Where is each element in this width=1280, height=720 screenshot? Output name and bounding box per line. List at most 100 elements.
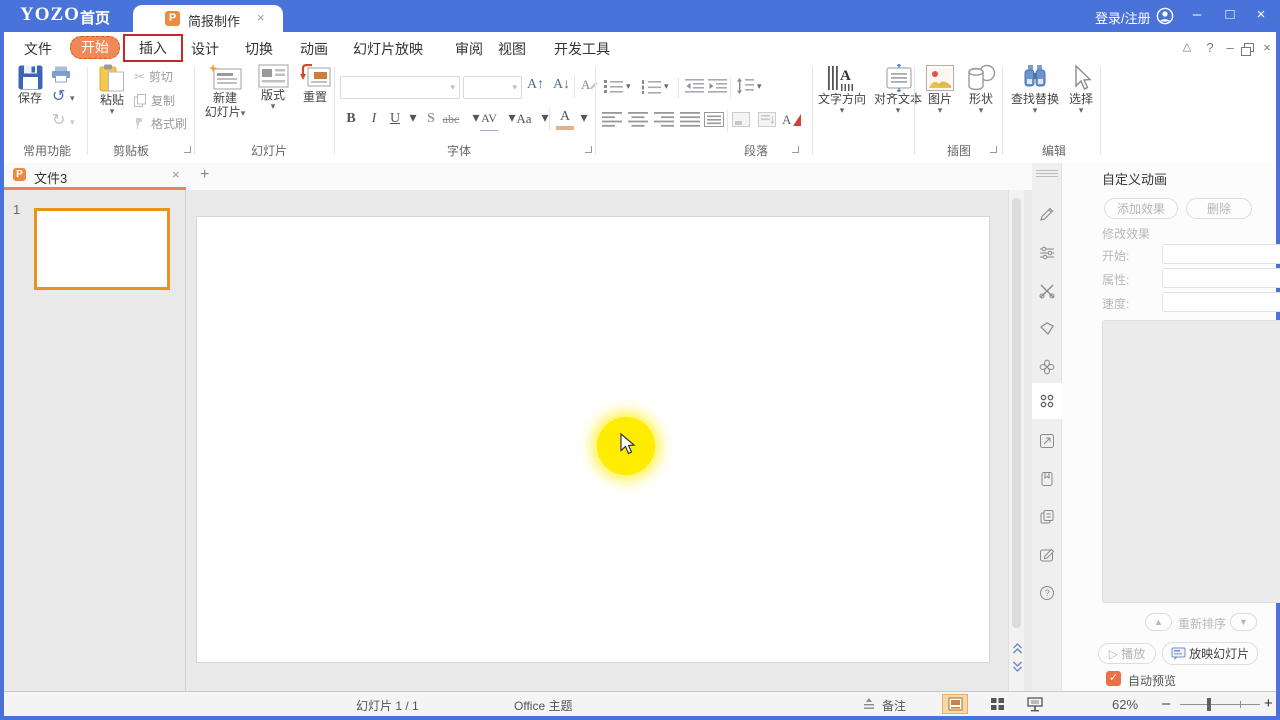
doc-minimize-icon[interactable]: – bbox=[1222, 40, 1238, 55]
menu-view[interactable]: 视图 bbox=[498, 39, 526, 59]
shape-button[interactable]: 形状 ▾ bbox=[962, 64, 1000, 114]
help-pane-icon[interactable]: ? bbox=[1039, 585, 1055, 601]
change-case-dropdown-arrow-icon[interactable]: ▾ bbox=[536, 108, 554, 130]
window-minimize-button[interactable]: – bbox=[1188, 6, 1206, 23]
home-tab[interactable]: 首页 bbox=[80, 7, 110, 28]
distribute-text-icon[interactable] bbox=[704, 112, 724, 127]
menu-home-active[interactable]: 开始 bbox=[70, 36, 120, 59]
clipboard-dialog-launcher[interactable] bbox=[184, 146, 191, 153]
illustration-dialog-launcher[interactable] bbox=[990, 146, 997, 153]
speed-select[interactable]: ▾ bbox=[1162, 292, 1280, 312]
pen-tool-icon[interactable] bbox=[1039, 206, 1055, 222]
menu-transition[interactable]: 切换 bbox=[245, 39, 273, 59]
font-family-select[interactable]: ▾ bbox=[340, 76, 460, 99]
zoom-in-button[interactable]: + bbox=[1264, 695, 1273, 712]
collapse-ribbon-icon[interactable]: △ bbox=[1179, 40, 1195, 53]
slideshow-view-button[interactable] bbox=[1022, 694, 1048, 714]
align-center-icon[interactable] bbox=[628, 112, 648, 127]
previous-slide-button[interactable] bbox=[1012, 642, 1023, 655]
align-left-icon[interactable] bbox=[602, 112, 622, 127]
shadow-button[interactable]: S bbox=[422, 108, 440, 130]
menu-animation[interactable]: 动画 bbox=[300, 39, 328, 59]
slide-editing-surface[interactable] bbox=[196, 216, 990, 663]
animation-effects-list[interactable] bbox=[1102, 320, 1280, 603]
text-vertical-icon[interactable] bbox=[758, 112, 776, 127]
menu-insert-highlighted[interactable]: 插入 bbox=[123, 34, 183, 62]
format-painter-button[interactable]: 格式刷 bbox=[134, 115, 187, 132]
select-button[interactable]: 选择 ▾ bbox=[1062, 64, 1100, 114]
picture-button[interactable]: 图片 ▾ bbox=[920, 64, 960, 114]
window-maximize-button[interactable]: □ bbox=[1221, 6, 1239, 23]
undo-dropdown-arrow-icon[interactable]: ▾ bbox=[70, 95, 75, 102]
underline-button[interactable]: U bbox=[386, 108, 404, 130]
theme-name[interactable]: Office 主题 bbox=[514, 697, 572, 714]
zoom-out-button[interactable]: – bbox=[1162, 695, 1170, 712]
layout-button[interactable]: 版式 ▾ bbox=[253, 64, 293, 110]
change-case-button[interactable]: Aa bbox=[515, 108, 533, 130]
help-icon[interactable]: ? bbox=[1202, 40, 1218, 55]
increase-indent-icon[interactable] bbox=[708, 79, 727, 93]
numbering-icon[interactable] bbox=[642, 79, 661, 94]
bookmark-pane-icon[interactable] bbox=[1039, 471, 1055, 487]
pane-drag-handle[interactable] bbox=[1036, 170, 1058, 178]
notes-icon[interactable] bbox=[862, 698, 876, 711]
image-pane-icon[interactable] bbox=[1039, 433, 1055, 449]
align-justify-icon[interactable] bbox=[680, 112, 700, 127]
font-color-button[interactable]: A bbox=[556, 108, 574, 130]
window-close-button[interactable]: × bbox=[1252, 6, 1270, 23]
increase-font-button[interactable]: A↑ bbox=[527, 77, 544, 93]
line-spacing-icon[interactable] bbox=[736, 78, 754, 94]
new-slide-button[interactable]: 新建 幻灯片▾ bbox=[202, 64, 248, 119]
document-window-tab[interactable]: P 简报制作 × bbox=[133, 5, 283, 32]
line-spacing-dropdown-arrow-icon[interactable]: ▾ bbox=[757, 83, 762, 90]
redo-icon[interactable]: ↻ bbox=[52, 110, 65, 130]
paste-button[interactable]: 粘贴 ▾ bbox=[92, 64, 132, 115]
menu-slideshow[interactable]: 幻灯片放映 bbox=[353, 39, 423, 59]
strikethrough-button[interactable]: abc bbox=[442, 108, 460, 130]
menu-review[interactable]: 审阅 bbox=[455, 39, 483, 59]
login-register-link[interactable]: 登录/注册 bbox=[1095, 8, 1151, 27]
settings-sliders-icon[interactable] bbox=[1039, 245, 1055, 261]
reset-slide-button[interactable]: 重置 bbox=[295, 64, 335, 104]
font-dialog-launcher[interactable] bbox=[585, 146, 592, 153]
italic-button[interactable]: I bbox=[365, 108, 383, 130]
auto-preview-checkbox[interactable]: ✓ bbox=[1106, 671, 1121, 686]
zoom-slider-track[interactable] bbox=[1180, 704, 1260, 705]
align-right-icon[interactable] bbox=[654, 112, 674, 127]
slide-show-button[interactable]: 放映幻灯片 bbox=[1162, 642, 1258, 665]
redo-dropdown-arrow-icon[interactable]: ▾ bbox=[70, 119, 75, 126]
notes-toggle[interactable]: 备注 bbox=[882, 697, 906, 714]
bullets-dropdown-arrow-icon[interactable]: ▾ bbox=[626, 83, 631, 90]
next-slide-button[interactable] bbox=[1012, 660, 1023, 673]
save-button[interactable]: 保存 bbox=[12, 64, 48, 105]
user-avatar-icon[interactable] bbox=[1156, 7, 1174, 25]
paint-icon[interactable] bbox=[1039, 321, 1055, 337]
font-color-dropdown-arrow-icon[interactable]: ▾ bbox=[575, 108, 593, 130]
tools-icon[interactable] bbox=[1039, 283, 1055, 299]
print-icon[interactable] bbox=[51, 66, 71, 83]
decrease-font-button[interactable]: A↓ bbox=[553, 77, 570, 93]
copy-pane-icon[interactable] bbox=[1039, 509, 1055, 525]
zoom-slider-handle[interactable] bbox=[1207, 698, 1211, 711]
start-select[interactable]: ▾ bbox=[1162, 244, 1280, 264]
slide-thumbnail-selected[interactable] bbox=[34, 208, 170, 290]
close-icon[interactable]: × bbox=[257, 10, 265, 25]
menu-developer[interactable]: 开发工具 bbox=[554, 39, 610, 59]
doc-restore-icon[interactable] bbox=[1244, 43, 1254, 52]
bullets-icon[interactable] bbox=[604, 79, 623, 94]
animation-pane-icon-active[interactable] bbox=[1039, 393, 1055, 409]
vertical-scrollbar[interactable] bbox=[1008, 190, 1024, 691]
char-spacing-button[interactable]: AV bbox=[480, 108, 498, 131]
bold-button[interactable]: B bbox=[342, 108, 360, 130]
text-direction-button[interactable]: A 文字方向 ▾ bbox=[816, 64, 868, 114]
columns-icon[interactable] bbox=[732, 112, 750, 127]
reorder-down-button[interactable]: ▼ bbox=[1230, 613, 1257, 631]
normal-view-button[interactable] bbox=[942, 694, 968, 714]
paragraph-dialog-launcher[interactable] bbox=[792, 146, 799, 153]
delete-effect-button[interactable]: 删除 bbox=[1186, 198, 1252, 219]
undo-icon[interactable]: ↺ bbox=[52, 86, 65, 106]
underline-dropdown-arrow-icon[interactable]: ▾ bbox=[404, 108, 422, 130]
autofit-icon[interactable]: A bbox=[782, 110, 802, 128]
decrease-indent-icon[interactable] bbox=[685, 79, 704, 93]
font-size-select[interactable]: ▾ bbox=[463, 76, 522, 99]
